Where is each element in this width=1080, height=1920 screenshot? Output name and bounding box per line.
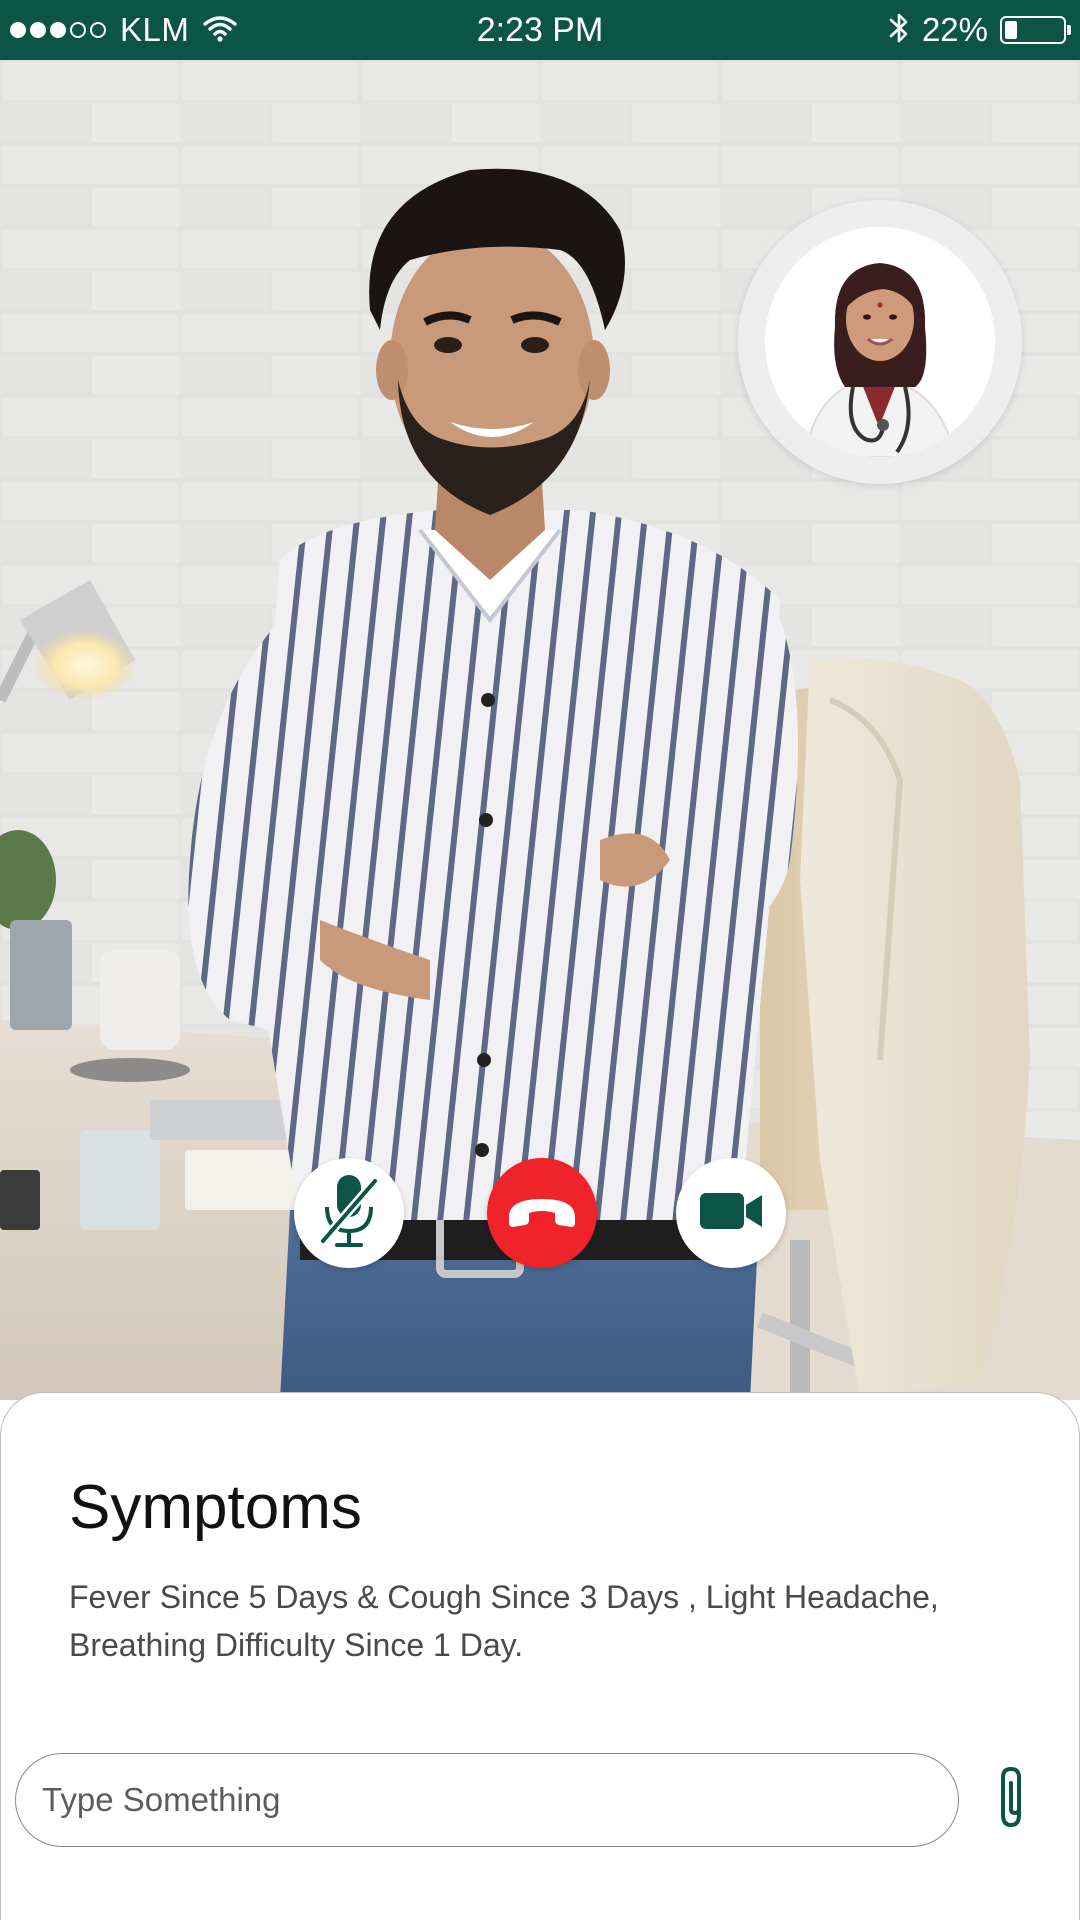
status-right: 22% xyxy=(888,0,1071,60)
video-camera-icon xyxy=(698,1191,764,1236)
phone-hangup-icon xyxy=(505,1191,579,1236)
message-input[interactable] xyxy=(15,1753,959,1847)
symptoms-title: Symptoms xyxy=(69,1473,362,1542)
video-call-screen: KLM 2:23 PM 22% Symptoms Fever Since 5 D… xyxy=(0,0,1080,1920)
mute-button[interactable] xyxy=(294,1158,404,1268)
attach-button[interactable] xyxy=(971,1757,1051,1843)
local-video-preview[interactable] xyxy=(738,200,1022,484)
microphone-muted-icon xyxy=(317,1171,381,1256)
symptoms-description: Fever Since 5 Days & Cough Since 3 Days … xyxy=(69,1579,939,1663)
bluetooth-icon xyxy=(888,10,910,51)
message-composer xyxy=(15,1753,1065,1847)
battery-icon xyxy=(1000,16,1071,44)
status-bar: KLM 2:23 PM 22% xyxy=(0,0,1080,60)
battery-level-fill xyxy=(1005,21,1017,39)
doctor-avatar xyxy=(765,227,995,457)
call-controls xyxy=(0,1158,1080,1268)
video-button[interactable] xyxy=(676,1158,786,1268)
paperclip-icon xyxy=(991,1765,1031,1836)
end-call-button[interactable] xyxy=(487,1158,597,1268)
symptoms-panel: Symptoms Fever Since 5 Days & Cough Sinc… xyxy=(0,1392,1080,1920)
battery-percentage: 22% xyxy=(921,11,988,48)
